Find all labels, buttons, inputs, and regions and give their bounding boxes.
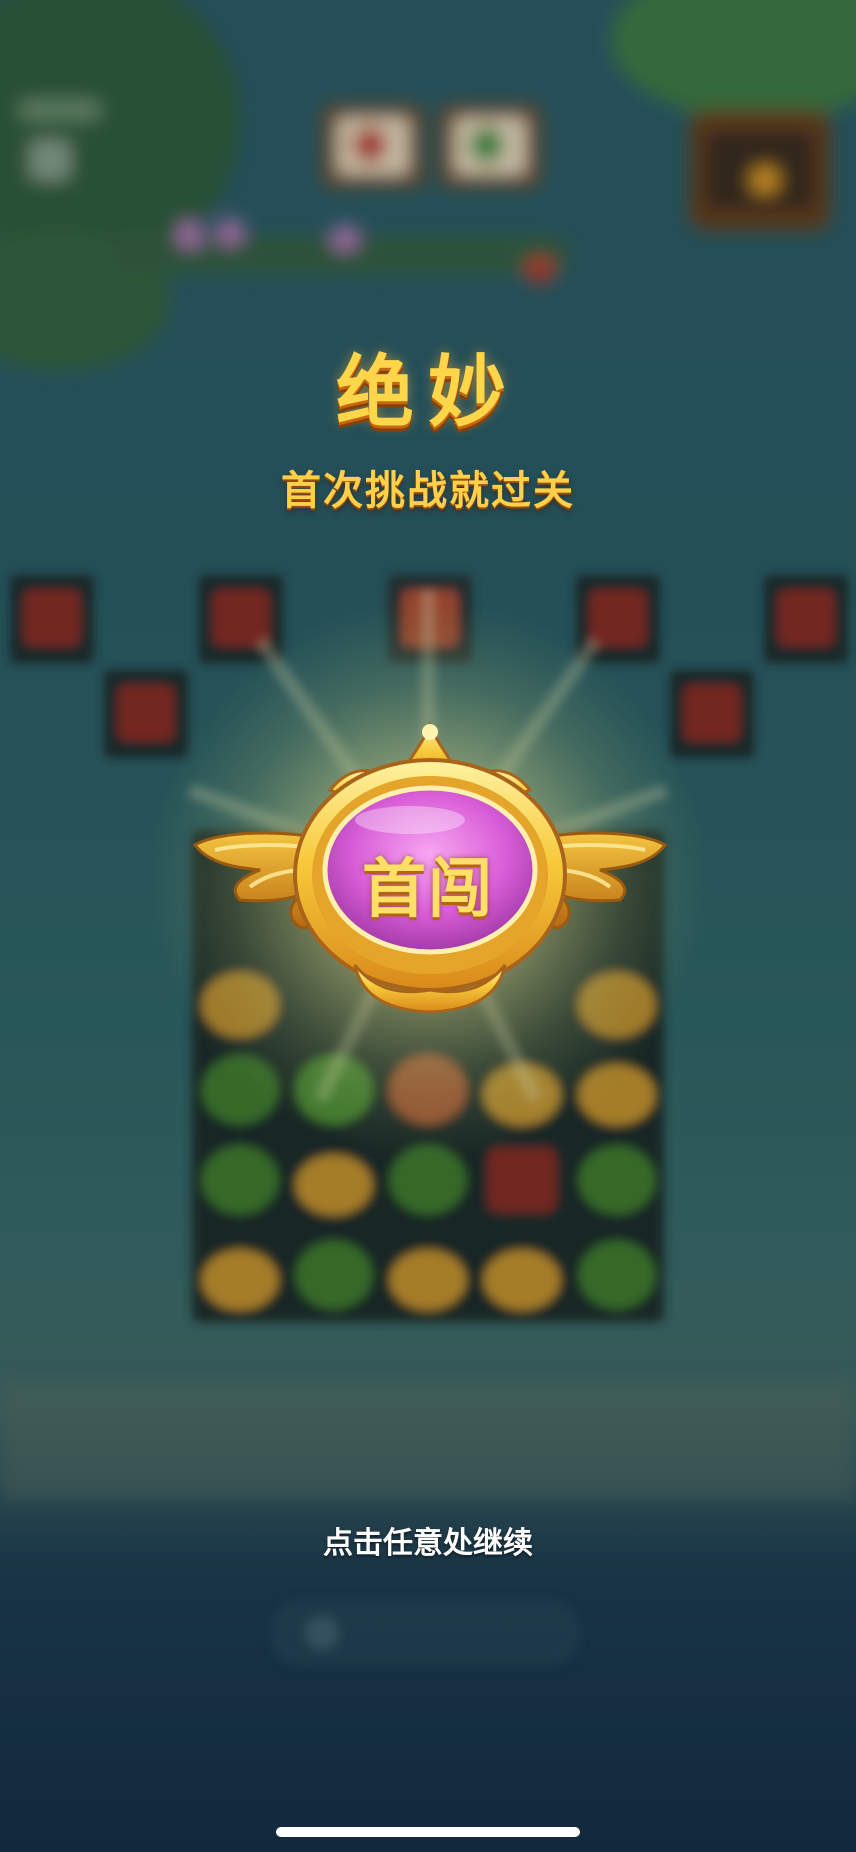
result-subtitle: 首次挑战就过关 <box>281 468 575 514</box>
result-title: 绝妙 <box>335 348 520 438</box>
tap-to-continue-hint[interactable]: 点击任意处继续 <box>0 1518 856 1562</box>
badge-label: 首闯 <box>362 853 494 927</box>
home-indicator[interactable] <box>276 1827 580 1837</box>
